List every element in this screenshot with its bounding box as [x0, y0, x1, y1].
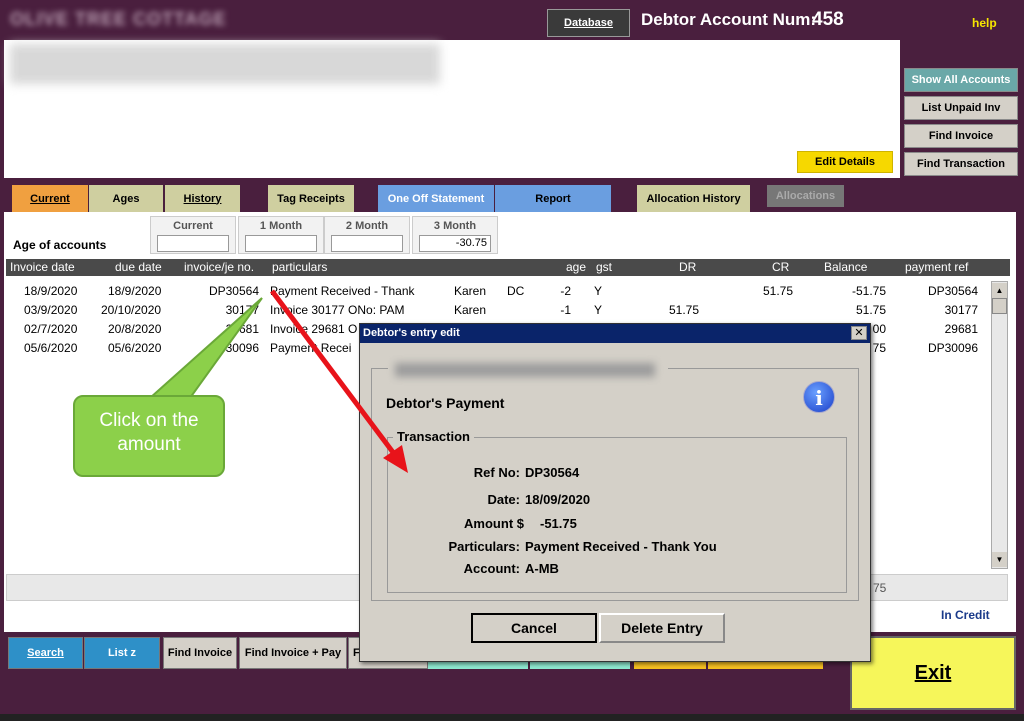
red-arrow-head	[383, 445, 408, 473]
annotation-overlay	[147, 289, 408, 473]
callout-pointer	[147, 297, 263, 399]
red-arrow-shaft	[270, 289, 397, 457]
click-instruction-callout: Click on the amount	[73, 395, 225, 477]
